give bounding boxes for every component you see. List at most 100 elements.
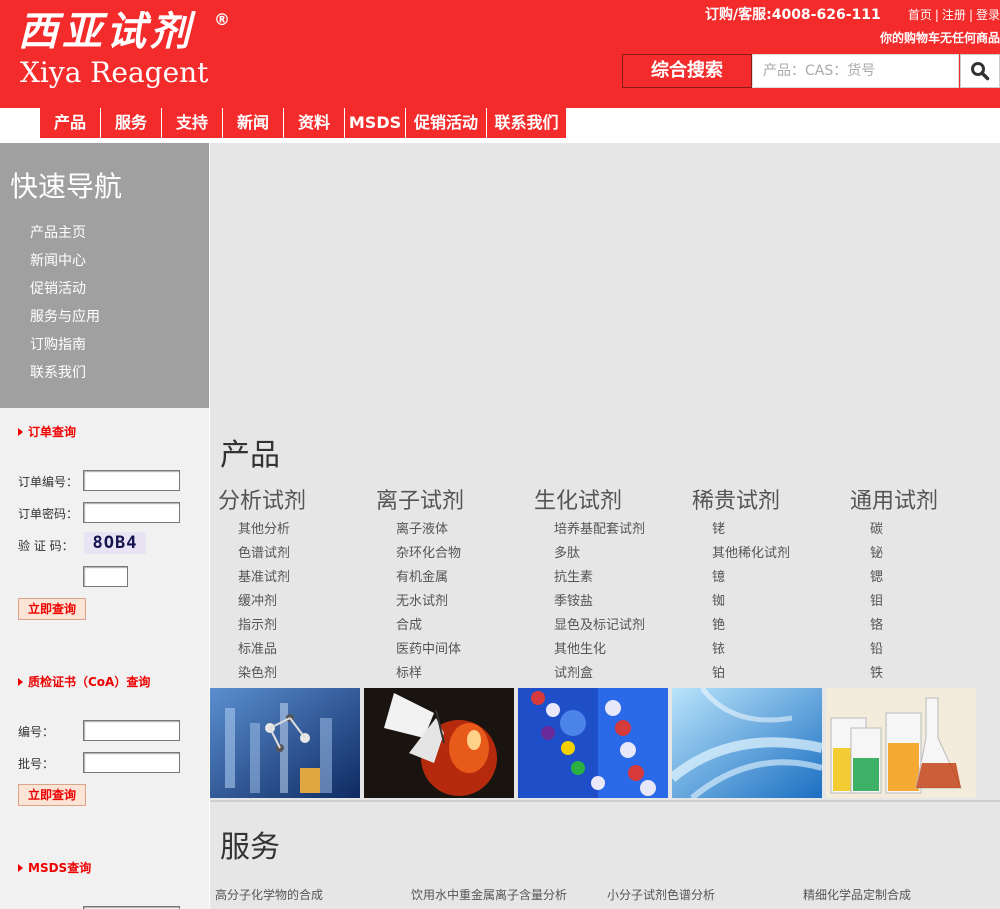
search-button[interactable] <box>960 54 1000 88</box>
category-item[interactable]: 锶 <box>870 566 1000 590</box>
quick-nav-item[interactable]: 服务与应用 <box>30 307 100 335</box>
register-link[interactable]: 注册 <box>942 8 966 22</box>
category-item[interactable]: 离子液体 <box>396 518 536 542</box>
butterfly-image[interactable] <box>364 688 514 798</box>
batch-no-input[interactable] <box>83 752 180 773</box>
category-rare: 稀贵试剂 铑 其他稀化试剂 镱 铷 铯 铱 铂 <box>692 488 852 686</box>
link-separator: | <box>934 8 939 22</box>
msds-query-title-text: MSDS查询 <box>28 861 92 875</box>
captcha-image[interactable]: 8OB4 <box>84 532 146 554</box>
category-item[interactable]: 铱 <box>712 638 852 662</box>
quick-nav: 快速导航 产品主页 新闻中心 促销活动 服务与应用 订购指南 联系我们 <box>0 143 209 408</box>
order-pwd-label: 订单密码： <box>18 507 79 521</box>
cart-status[interactable]: 你的购物车无任何商品 <box>880 29 1000 46</box>
category-biochemical: 生化试剂 培养基配套试剂 多肽 抗生素 季铵盐 显色及标记试剂 其他生化 试剂盒 <box>534 488 694 686</box>
category-item[interactable]: 钼 <box>870 590 1000 614</box>
nav-support[interactable]: 支持 <box>162 108 223 138</box>
category-analytical: 分析试剂 其他分析 色谱试剂 基准试剂 缓冲剂 指示剂 标准品 染色剂 <box>218 488 378 686</box>
coa-query-button[interactable]: 立即查询 <box>18 784 86 806</box>
nav-products[interactable]: 产品 <box>40 108 101 138</box>
category-item[interactable]: 铯 <box>712 614 852 638</box>
order-query-button[interactable]: 立即查询 <box>18 598 86 620</box>
category-item[interactable]: 标样 <box>396 662 536 686</box>
category-item[interactable]: 铷 <box>712 590 852 614</box>
category-item[interactable]: 医药中间体 <box>396 638 536 662</box>
category-item[interactable]: 色谱试剂 <box>238 542 378 566</box>
category-item[interactable]: 其他分析 <box>238 518 378 542</box>
blue-tubes-image[interactable] <box>672 688 822 798</box>
search-input[interactable] <box>752 54 959 88</box>
category-item[interactable]: 镱 <box>712 566 852 590</box>
category-item[interactable]: 多肽 <box>554 542 694 566</box>
category-item[interactable]: 缓冲剂 <box>238 590 378 614</box>
nav-resources[interactable]: 资料 <box>284 108 345 138</box>
category-item[interactable]: 铋 <box>870 542 1000 566</box>
quick-nav-item[interactable]: 联系我们 <box>30 363 100 391</box>
service-item[interactable]: 饮用水中重金属离子含量分析 <box>411 886 567 903</box>
nav-contact[interactable]: 联系我们 <box>487 108 567 138</box>
nav-services[interactable]: 服务 <box>101 108 162 138</box>
nav-news[interactable]: 新闻 <box>223 108 284 138</box>
category-title[interactable]: 生化试剂 <box>534 488 694 516</box>
category-title[interactable]: 稀贵试剂 <box>692 488 852 516</box>
services-title: 服务 <box>220 830 280 865</box>
category-item[interactable]: 铂 <box>712 662 852 686</box>
beakers-image[interactable] <box>826 688 976 798</box>
quick-nav-item[interactable]: 促销活动 <box>30 279 100 307</box>
category-item[interactable]: 基准试剂 <box>238 566 378 590</box>
top-links: 首页 | 注册 | 登录 <box>908 6 1000 23</box>
category-item[interactable]: 显色及标记试剂 <box>554 614 694 638</box>
glassware-molecule-image[interactable] <box>210 688 360 798</box>
category-title[interactable]: 分析试剂 <box>218 488 378 516</box>
category-item[interactable]: 铬 <box>870 614 1000 638</box>
main-nav: 产品 服务 支持 新闻 资料 MSDS 促销活动 联系我们 <box>40 108 567 138</box>
category-ionic: 离子试剂 离子液体 杂环化合物 有机金属 无水试剂 合成 医药中间体 标样 <box>376 488 536 686</box>
captcha-input[interactable] <box>83 566 128 587</box>
category-item[interactable]: 其他稀化试剂 <box>712 542 852 566</box>
order-query-title-text: 订单查询 <box>28 425 77 439</box>
order-no-input[interactable] <box>83 470 180 491</box>
hotline: 订购/客服:4008-626-111 <box>705 7 881 23</box>
home-link[interactable]: 首页 <box>908 8 932 22</box>
logo-english: Xiya Reagent <box>20 56 209 89</box>
category-general: 通用试剂 碳 铋 锶 钼 铬 铅 铁 <box>850 488 1000 686</box>
category-item[interactable]: 季铵盐 <box>554 590 694 614</box>
logo-chinese: 西亚试剂 <box>18 8 194 55</box>
category-item[interactable]: 铁 <box>870 662 1000 686</box>
quick-nav-item[interactable]: 产品主页 <box>30 223 100 251</box>
category-item[interactable]: 碳 <box>870 518 1000 542</box>
quick-nav-item[interactable]: 新闻中心 <box>30 251 100 279</box>
service-item[interactable]: 精细化学品定制合成 <box>803 886 911 903</box>
category-title[interactable]: 通用试剂 <box>850 488 1000 516</box>
category-item[interactable]: 指示剂 <box>238 614 378 638</box>
order-pwd-input[interactable] <box>83 502 180 523</box>
arrow-right-icon <box>18 428 23 436</box>
category-item[interactable]: 染色剂 <box>238 662 378 686</box>
category-item[interactable]: 试剂盒 <box>554 662 694 686</box>
site-header: 西亚试剂 ® Xiya Reagent 订购/客服:4008-626-111 首… <box>0 0 1000 108</box>
category-item[interactable]: 合成 <box>396 614 536 638</box>
category-item[interactable]: 铑 <box>712 518 852 542</box>
category-item[interactable]: 杂环化合物 <box>396 542 536 566</box>
quick-nav-item[interactable]: 订购指南 <box>30 335 100 363</box>
login-link[interactable]: 登录 <box>976 8 1000 22</box>
category-item[interactable]: 抗生素 <box>554 566 694 590</box>
coa-no-input[interactable] <box>83 720 180 741</box>
quick-nav-title: 快速导航 <box>10 170 123 203</box>
logo[interactable]: 西亚试剂 ® Xiya Reagent <box>18 8 233 94</box>
category-item[interactable]: 标准品 <box>238 638 378 662</box>
category-item[interactable]: 培养基配套试剂 <box>554 518 694 542</box>
nav-msds[interactable]: MSDS <box>345 108 406 138</box>
registered-mark: ® <box>214 10 230 29</box>
arrow-right-icon <box>18 678 23 686</box>
category-item[interactable]: 其他生化 <box>554 638 694 662</box>
category-item[interactable]: 铅 <box>870 638 1000 662</box>
service-item[interactable]: 高分子化学物的合成 <box>215 886 323 903</box>
nav-promotions[interactable]: 促销活动 <box>406 108 487 138</box>
service-item[interactable]: 小分子试剂色谱分析 <box>607 886 715 903</box>
dna-helix-image[interactable] <box>518 688 668 798</box>
category-item[interactable]: 无水试剂 <box>396 590 536 614</box>
category-title[interactable]: 离子试剂 <box>376 488 536 516</box>
category-item[interactable]: 有机金属 <box>396 566 536 590</box>
query-panel: 订单查询 订单编号： 订单密码： 验 证 码： 8OB4 立即查询 质检证书（C… <box>0 408 209 909</box>
